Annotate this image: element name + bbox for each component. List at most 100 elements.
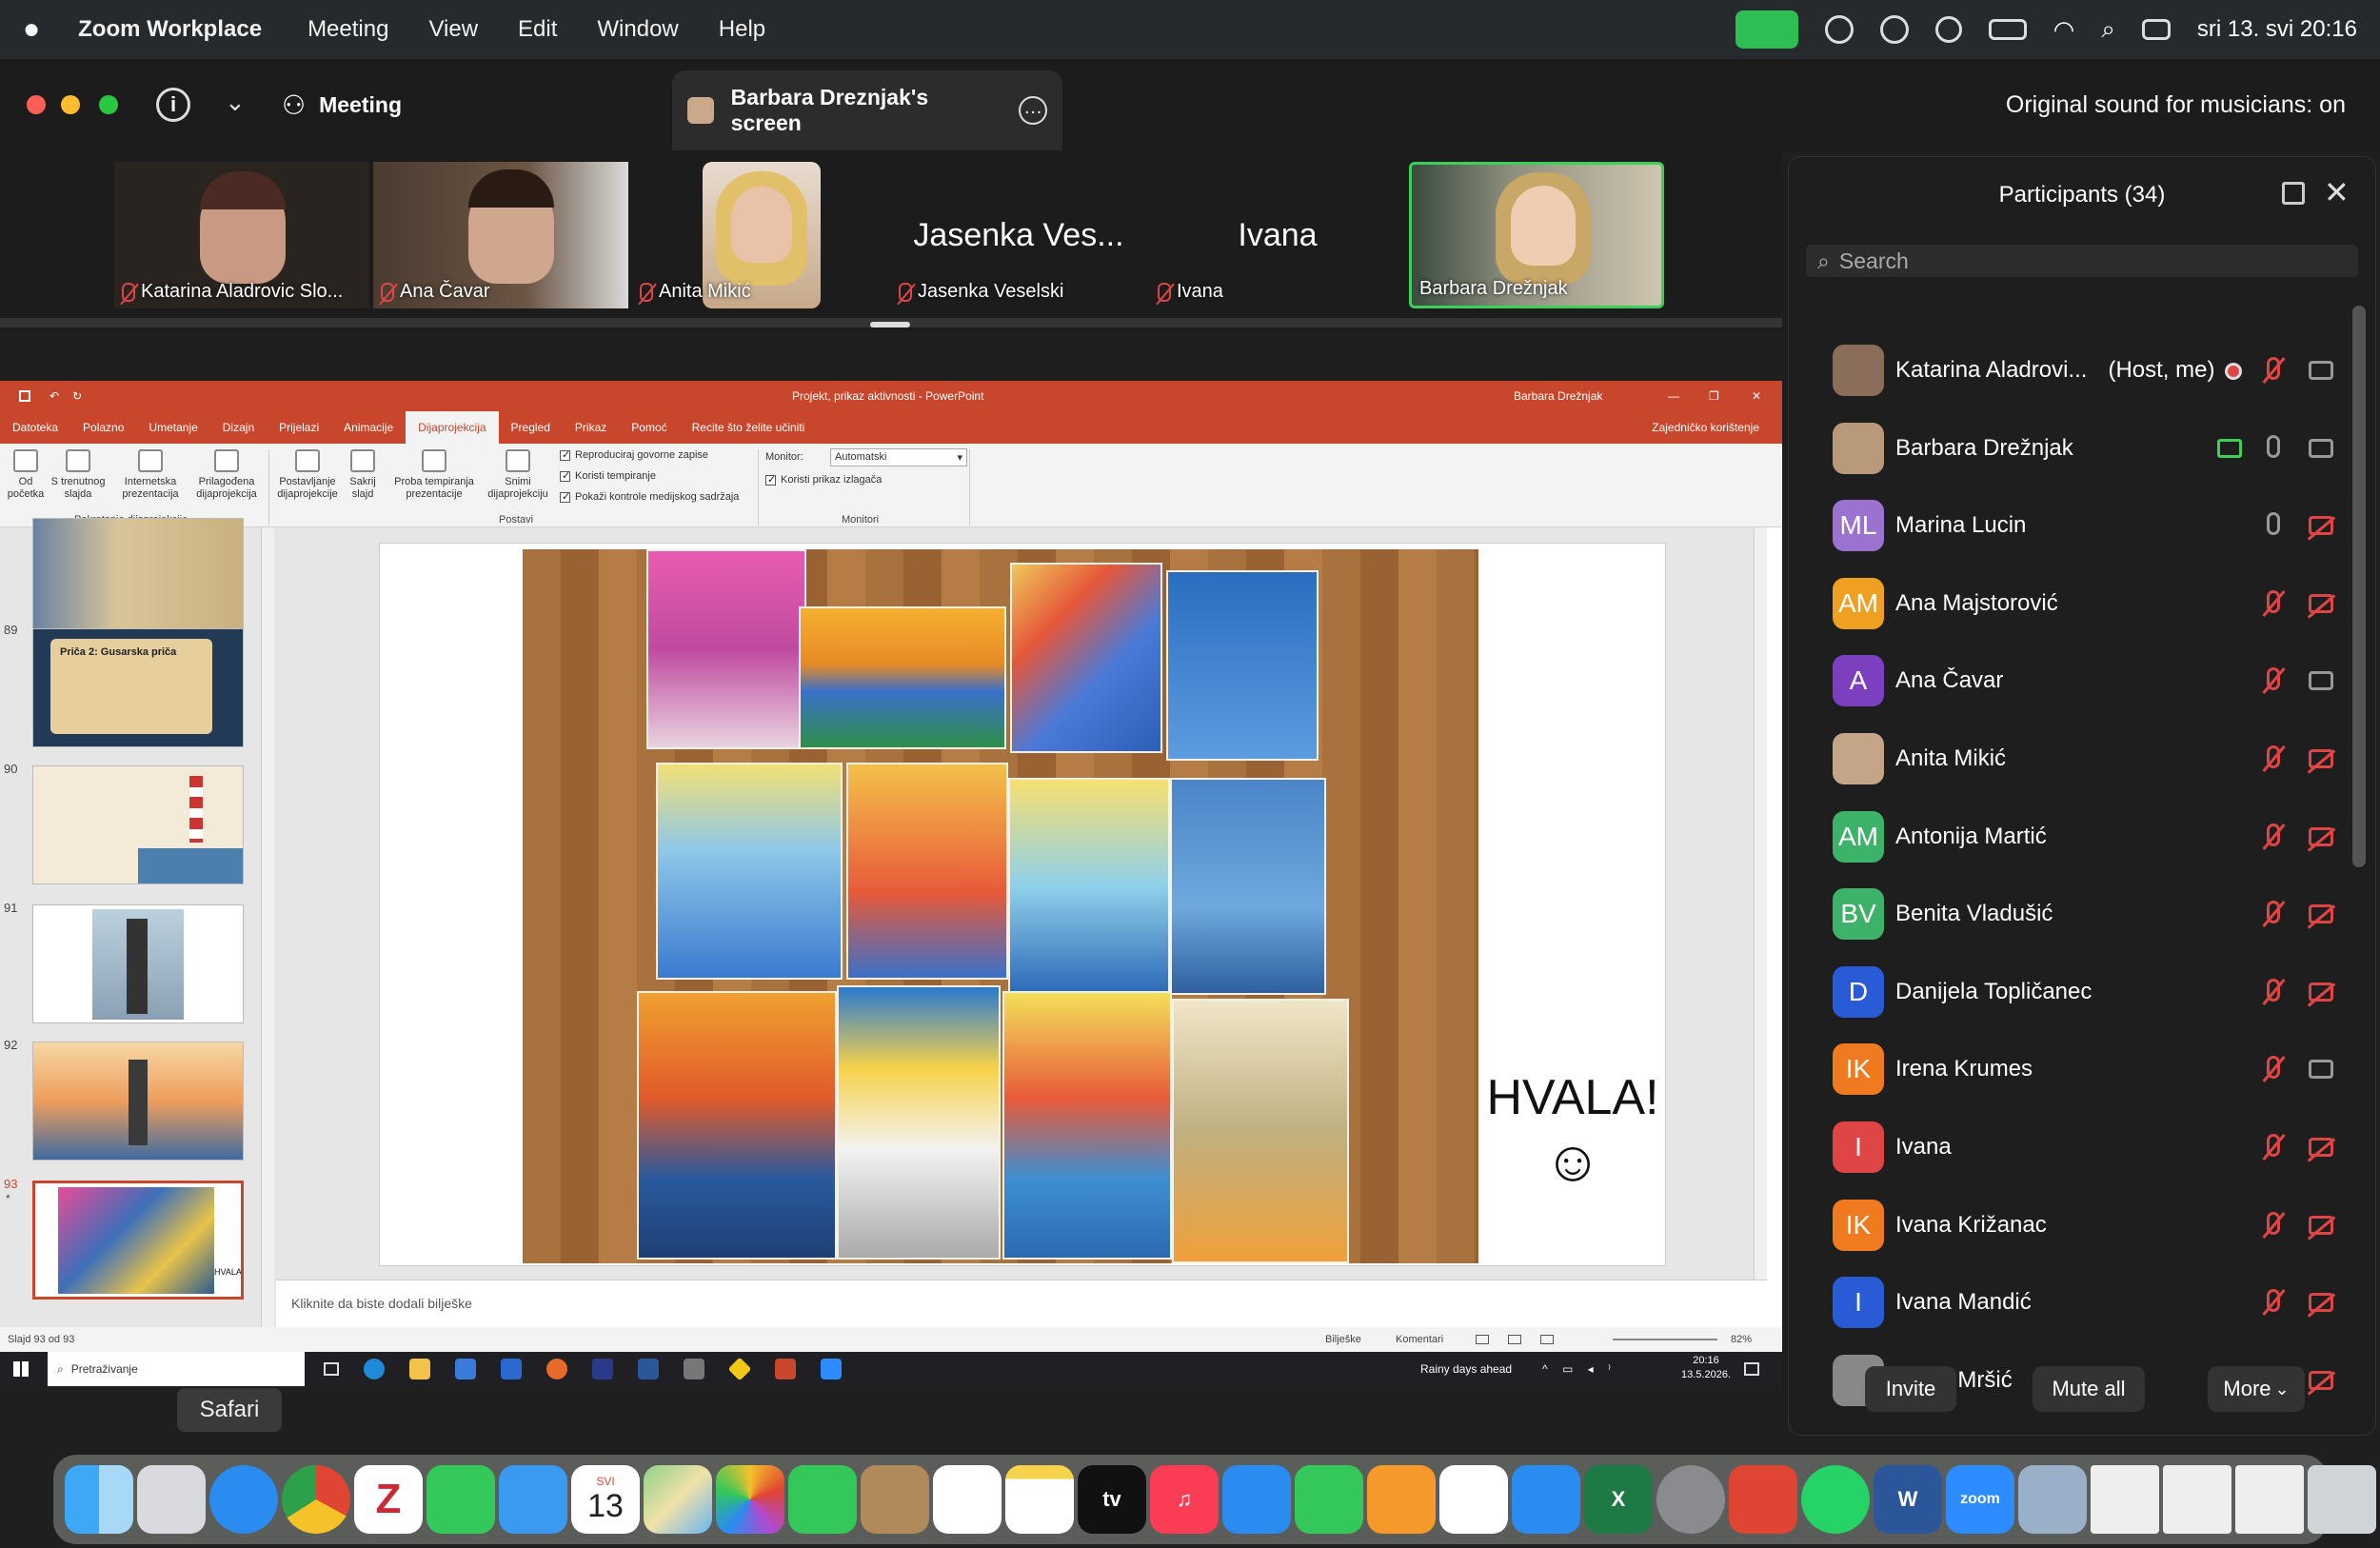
system-settings-icon[interactable]	[1656, 1465, 1725, 1534]
slide-thumbnail[interactable]	[32, 904, 244, 1023]
pages-icon[interactable]	[1367, 1465, 1436, 1534]
safari-icon[interactable]	[209, 1465, 278, 1534]
smiley-icon[interactable]: ☺	[1478, 1128, 1667, 1194]
participants-scrollbar[interactable]	[2352, 306, 2366, 867]
tab-slideshow[interactable]: Dijaprojekcija	[406, 411, 499, 444]
tell-me-box[interactable]: Recite što želite učiniti	[680, 411, 818, 444]
app-store-icon[interactable]	[1512, 1465, 1580, 1534]
close-panel-icon[interactable]: ✕	[2324, 174, 2350, 210]
camera-off-icon[interactable]	[2309, 1293, 2333, 1313]
menu-app-name[interactable]: Zoom Workplace	[78, 16, 262, 43]
rehearse-timings-button[interactable]: Proba tempiranja prezentacije	[387, 449, 482, 501]
participant-row[interactable]: I Ivana	[1833, 1119, 2347, 1176]
notification-icon[interactable]	[1744, 1362, 1759, 1376]
zotero-icon[interactable]: Z	[354, 1465, 423, 1534]
camera-off-icon[interactable]	[2309, 593, 2333, 613]
app-icon[interactable]	[684, 1359, 704, 1379]
taskbar-search[interactable]: ⌕ Pretraživanje	[48, 1352, 305, 1386]
zoom-slider[interactable]	[1613, 1339, 1717, 1340]
camera-off-icon[interactable]	[2309, 904, 2333, 924]
photos-icon[interactable]	[716, 1465, 784, 1534]
search-icon[interactable]: ⌕	[2101, 14, 2115, 45]
mute-all-button[interactable]: Mute all	[2033, 1366, 2145, 1412]
slide-thumbnail[interactable]	[32, 1042, 244, 1161]
close-window-button[interactable]	[27, 95, 46, 114]
use-timings-checkbox[interactable]: Koristi tempiranje	[560, 469, 656, 482]
tab-insert[interactable]: Umetanje	[136, 411, 209, 444]
slide-editing-area[interactable]: HVALA! ☺	[276, 527, 1767, 1280]
firefox-icon[interactable]	[546, 1359, 567, 1379]
muted-mic-icon[interactable]	[2267, 357, 2280, 380]
wifi-icon[interactable]: ◠	[2053, 15, 2075, 45]
maps-icon[interactable]	[644, 1465, 712, 1534]
camera-icon[interactable]	[2309, 671, 2333, 691]
tab-animations[interactable]: Animacije	[331, 411, 406, 444]
custom-show-button[interactable]: Prilagođena dijaprojekcija	[190, 449, 263, 501]
more-button[interactable]: More ⌄	[2208, 1366, 2305, 1412]
notes-toggle[interactable]: Bilješke	[1325, 1334, 1361, 1345]
app-icon[interactable]	[727, 1357, 752, 1381]
muted-mic-icon[interactable]	[2267, 978, 2280, 1002]
recent-document-icon[interactable]	[2235, 1465, 2304, 1534]
play-narrations-checkbox[interactable]: Reproduciraj govorne zapise	[560, 448, 708, 461]
launchpad-icon[interactable]	[137, 1465, 206, 1534]
participant-row[interactable]: AM Ana Majstorović	[1833, 575, 2347, 632]
mic-icon[interactable]	[2267, 512, 2280, 536]
weather-text[interactable]: Rainy days ahead	[1420, 1362, 1512, 1376]
chrome-icon[interactable]	[282, 1465, 350, 1534]
music-icon[interactable]: ♫	[1150, 1465, 1219, 1534]
tray-icons[interactable]: ^ ▭ ◂ ⁾	[1542, 1362, 1616, 1376]
monitor-select[interactable]: Automatski ▾	[830, 448, 967, 466]
participant-row[interactable]: D Danijela Topličanec	[1833, 963, 2347, 1021]
camera-icon[interactable]	[2309, 438, 2333, 458]
participant-row[interactable]: BV Benita Vladušić	[1833, 885, 2347, 943]
menu-edit[interactable]: Edit	[518, 16, 557, 43]
more-options-icon[interactable]: …	[1019, 96, 1047, 125]
redo-icon[interactable]: ↻	[72, 389, 82, 403]
muted-mic-icon[interactable]	[2267, 1211, 2280, 1235]
comments-toggle[interactable]: Komentari	[1396, 1334, 1443, 1345]
notes-icon[interactable]	[1005, 1465, 1074, 1534]
participant-row[interactable]: Katarina Aladrovi... (Host, me)	[1833, 342, 2347, 399]
word-icon[interactable]	[638, 1359, 659, 1379]
taskbar-clock[interactable]: 20:16 13.5.2026.	[1681, 1354, 1731, 1382]
save-icon[interactable]	[19, 390, 30, 402]
video-tile[interactable]: Jasenka Ves... Jasenka Veselski	[891, 162, 1146, 308]
muted-mic-icon[interactable]	[2267, 745, 2280, 768]
camera-off-icon[interactable]	[2309, 1215, 2333, 1235]
messages-icon[interactable]	[426, 1465, 495, 1534]
preview-icon[interactable]	[2018, 1465, 2087, 1534]
task-view-icon[interactable]	[324, 1362, 339, 1376]
menu-help[interactable]: Help	[719, 16, 765, 43]
undo-icon[interactable]: ↶	[50, 389, 59, 403]
tab-review[interactable]: Pregled	[499, 411, 563, 444]
camera-off-icon[interactable]	[2309, 826, 2333, 846]
from-current-button[interactable]: S trenutnog slajda	[48, 449, 109, 501]
video-tile[interactable]: Anita Mikić	[632, 162, 887, 308]
tab-file[interactable]: Datoteka	[0, 411, 70, 444]
word-icon[interactable]: W	[1874, 1465, 1942, 1534]
tab-transitions[interactable]: Prijelazi	[267, 411, 331, 444]
online-present-button[interactable]: Internetska prezentacija	[114, 449, 187, 501]
keynote-icon[interactable]	[1222, 1465, 1291, 1534]
zoom-menubar-icon[interactable]	[1824, 15, 1854, 44]
windows-start-icon[interactable]	[13, 1361, 29, 1377]
whatsapp-icon[interactable]	[1801, 1465, 1870, 1534]
play-icon[interactable]	[1934, 16, 1962, 43]
normal-view-icon[interactable]	[1476, 1335, 1489, 1344]
slide-thumbnail-selected[interactable]: HVALA!	[32, 1181, 244, 1300]
zoom-icon[interactable]: zoom	[1946, 1465, 2014, 1534]
participant-row[interactable]: IK Ivana Križanac	[1833, 1197, 2347, 1254]
battery-icon[interactable]	[1988, 19, 2027, 40]
muted-mic-icon[interactable]	[2267, 1056, 2280, 1080]
menu-window[interactable]: Window	[597, 16, 678, 43]
meeting-button[interactable]: ⚇ Meeting	[282, 82, 402, 128]
recent-document-icon[interactable]	[2091, 1465, 2159, 1534]
slide-thumbnail[interactable]: Priča 2: Gusarska priča	[32, 628, 244, 747]
canvas-scrollbar[interactable]	[1754, 527, 1767, 1280]
recent-document-icon[interactable]	[2163, 1465, 2231, 1534]
tab-view[interactable]: Prikaz	[563, 411, 619, 444]
sorter-view-icon[interactable]	[1508, 1335, 1521, 1344]
numbers-icon[interactable]	[1295, 1465, 1363, 1534]
participant-row[interactable]: I Ivana Mandić	[1833, 1274, 2347, 1331]
